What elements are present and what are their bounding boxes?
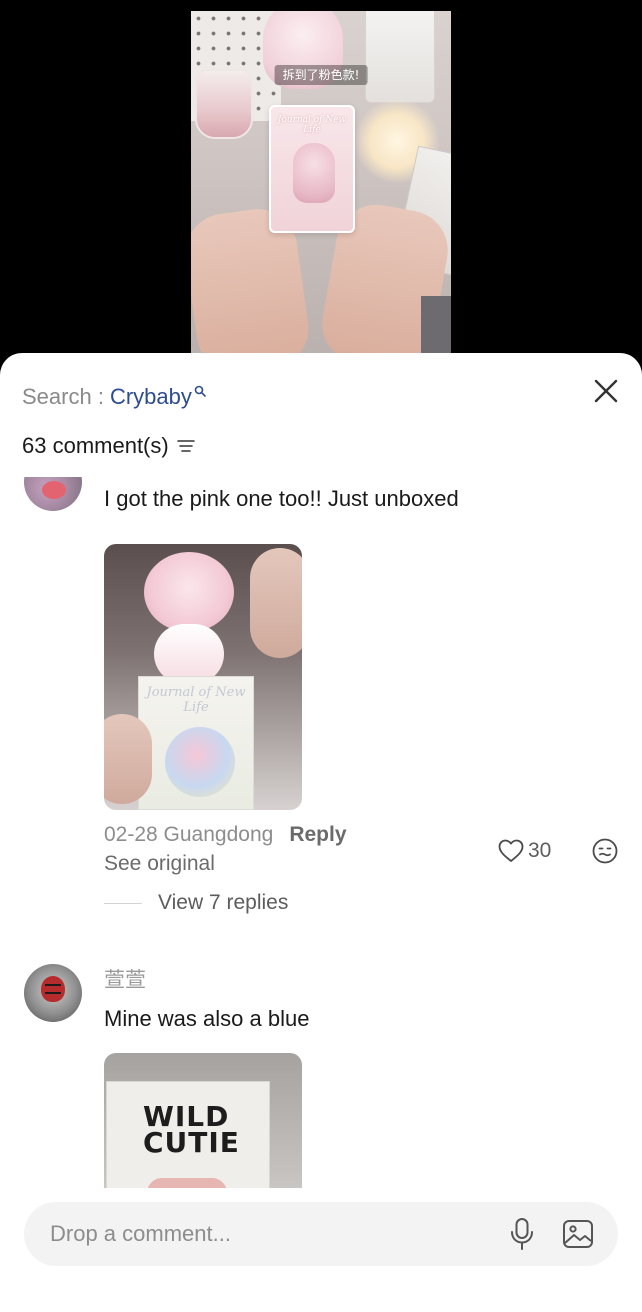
search-prefix: Search :	[22, 384, 104, 409]
figure-card: Journal of New Life	[269, 105, 355, 233]
photo-hand	[104, 714, 152, 804]
search-suggestion[interactable]: Search : Crybaby	[22, 383, 206, 411]
doll-box: WILD CUTIE	[106, 1081, 270, 1188]
microphone-icon[interactable]	[508, 1217, 536, 1251]
doll-box-title: WILD CUTIE	[143, 1100, 240, 1159]
meh-face-icon[interactable]	[592, 838, 618, 864]
comment-input[interactable]: Drop a comment...	[50, 1202, 231, 1266]
search-term-link[interactable]: Crybaby	[110, 384, 192, 410]
close-icon	[594, 379, 618, 403]
video-player[interactable]: Journal of New Life 拆到了粉色款!	[191, 11, 451, 366]
comments-sheet: Search : Crybaby 63 comment(s) I got the…	[0, 353, 642, 1312]
search-icon	[194, 385, 206, 397]
comment-list[interactable]: I got the pink one too!! Just unboxed Jo…	[0, 477, 642, 1188]
comment-text: I got the pink one too!! Just unboxed	[104, 486, 459, 511]
comment-input-bar[interactable]: Drop a comment...	[24, 1202, 618, 1266]
avatar[interactable]	[24, 964, 82, 1022]
filter-icon[interactable]	[176, 438, 195, 454]
view-replies-button[interactable]: View 7 replies	[104, 889, 288, 917]
avatar[interactable]	[24, 477, 82, 511]
video-caption: 拆到了粉色款!	[274, 65, 368, 85]
comment-count: 63 comment(s)	[22, 433, 169, 458]
comment-meta: 02-28 Guangdong Reply	[104, 822, 347, 848]
card-doll-figure	[293, 143, 335, 203]
comment-photo[interactable]: WILD CUTIE	[104, 1053, 302, 1188]
image-icon[interactable]	[562, 1219, 594, 1249]
comment-photo[interactable]: Journal of New Life	[104, 544, 302, 810]
comment-text: Mine was also a blue	[104, 1006, 310, 1031]
doll-box-art	[147, 1178, 227, 1188]
view-replies-label: View 7 replies	[158, 891, 289, 914]
card-title: Journal of New Life	[277, 115, 347, 135]
comment-count-row[interactable]: 63 comment(s)	[22, 431, 195, 461]
doll-box: Journal of New Life	[138, 676, 254, 810]
see-original-link[interactable]: See original	[104, 850, 215, 878]
heart-icon	[498, 839, 524, 862]
doll-box-title: Journal of New Life	[146, 685, 246, 715]
like-count: 30	[528, 839, 552, 862]
doll-body	[154, 624, 224, 684]
comment-date-location: 02-28 Guangdong	[104, 823, 274, 846]
replies-divider	[104, 902, 142, 904]
box-doll-art	[165, 727, 235, 797]
drawer-decoration	[365, 11, 435, 103]
close-button[interactable]	[592, 377, 620, 405]
app-screen: Journal of New Life 拆到了粉色款! Search : Cry…	[0, 0, 642, 1312]
reply-button[interactable]: Reply	[289, 823, 346, 847]
photo-hand	[250, 548, 302, 658]
like-button[interactable]: 30	[498, 837, 551, 865]
comment-username[interactable]: 萱萱	[104, 968, 146, 994]
cup-decoration	[195, 69, 253, 139]
doll-head	[144, 552, 234, 632]
